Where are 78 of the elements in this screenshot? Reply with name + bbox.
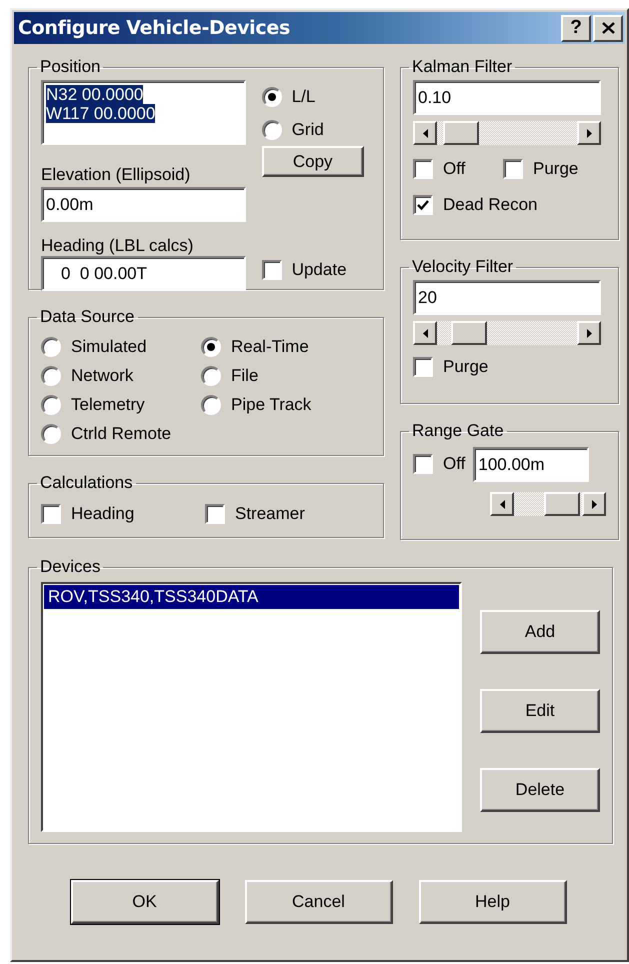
device-list[interactable]: ROV,TSS340,TSS340DATA	[41, 582, 462, 832]
range-field[interactable]: 100.00m	[473, 446, 590, 482]
radio-circle[interactable]	[41, 394, 61, 414]
scroll-right-button[interactable]	[577, 321, 601, 345]
heading-field[interactable]: 0 0 00.00T	[41, 256, 246, 291]
group-label: Kalman Filter	[411, 58, 514, 76]
group-label: Velocity Filter	[411, 258, 514, 276]
right-arrow-icon	[586, 328, 592, 338]
window-title: Configure Vehicle-Devices	[18, 17, 290, 39]
checkbox[interactable]: Update	[262, 253, 347, 287]
velocity-field[interactable]: 20	[413, 280, 601, 315]
group-label: Position	[39, 58, 102, 76]
checkbox-box[interactable]	[413, 454, 433, 474]
radio-button[interactable]: File	[201, 361, 258, 390]
checkbox[interactable]: Heading	[41, 496, 134, 532]
group-label: Data Source	[39, 308, 136, 326]
radio-button[interactable]: L/L	[262, 80, 316, 113]
scroll-right-button[interactable]	[582, 492, 606, 516]
group-label: Calculations	[39, 474, 134, 492]
device-button[interactable]: Edit	[480, 689, 600, 733]
dialog-button[interactable]: OK	[70, 880, 218, 924]
slider-thumb[interactable]	[442, 121, 479, 145]
right-arrow-icon	[592, 500, 596, 508]
scroll-left-button[interactable]	[413, 121, 437, 145]
checkbox-box[interactable]	[413, 357, 433, 377]
radio-circle[interactable]	[262, 120, 282, 140]
checkbox-box[interactable]	[205, 504, 225, 524]
close-icon	[602, 22, 614, 34]
radio-button[interactable]: Pipe Track	[201, 390, 312, 419]
dialog-button[interactable]: Cancel	[244, 880, 392, 924]
radio-circle[interactable]	[41, 424, 61, 444]
checkbox[interactable]: Off	[413, 444, 466, 484]
checkbox[interactable]: Purge	[503, 151, 578, 187]
radio-button[interactable]: Real-Time	[201, 332, 309, 361]
device-button[interactable]: Delete	[480, 768, 600, 812]
checkbox-box[interactable]	[413, 195, 433, 215]
right-arrow-icon	[586, 128, 592, 138]
checkbox-box[interactable]	[262, 260, 282, 280]
radio-circle[interactable]	[262, 86, 282, 106]
checkbox-box[interactable]	[41, 504, 61, 524]
checkbox-box[interactable]	[503, 159, 523, 179]
radio-button[interactable]: Network	[41, 361, 134, 390]
field-label: Elevation (Ellipsoid)	[41, 165, 192, 185]
scroll-left-button[interactable]	[413, 321, 437, 345]
left-arrow-icon	[422, 328, 428, 338]
radio-button[interactable]: Telemetry	[41, 390, 145, 419]
close-button[interactable]	[593, 14, 623, 42]
radio-circle[interactable]	[41, 366, 61, 386]
checkbox[interactable]: Streamer	[205, 496, 305, 532]
kalman-field[interactable]: 0.10	[413, 80, 601, 115]
left-arrow-icon	[500, 500, 504, 508]
help-button[interactable]: ?	[561, 14, 591, 42]
checkbox[interactable]: Off	[413, 151, 466, 187]
radio-circle[interactable]	[201, 394, 221, 414]
coordinates-field[interactable]: N32 00.0000 W117 00.0000	[41, 80, 246, 145]
copy-button[interactable]: Copy	[262, 146, 364, 177]
device-button[interactable]: Add	[480, 610, 600, 654]
radio-circle[interactable]	[201, 336, 221, 356]
left-arrow-icon	[422, 128, 428, 138]
checkbox[interactable]: Purge	[413, 351, 488, 383]
checkbox-box[interactable]	[413, 159, 433, 179]
checkbox[interactable]: Dead Recon	[413, 187, 538, 223]
group-label: Devices	[39, 558, 102, 576]
list-item[interactable]: ROV,TSS340,TSS340DATA	[44, 585, 459, 609]
scroll-left-button[interactable]	[490, 492, 514, 516]
radio-circle[interactable]	[201, 366, 221, 386]
group-label: Range Gate	[411, 422, 505, 440]
field-label: Heading (LBL calcs)	[41, 236, 194, 256]
dialog-button[interactable]: Help	[418, 880, 566, 924]
radio-button[interactable]: Grid	[262, 113, 324, 146]
scroll-right-button[interactable]	[577, 121, 601, 145]
elevation-field[interactable]: 0.00m	[41, 187, 246, 222]
slider-thumb[interactable]	[451, 321, 488, 345]
radio-circle[interactable]	[41, 336, 61, 356]
radio-button[interactable]: Ctrld Remote	[41, 419, 172, 448]
slider-thumb[interactable]	[544, 492, 580, 516]
check-icon	[417, 200, 429, 210]
radio-button[interactable]: Simulated	[41, 332, 147, 361]
